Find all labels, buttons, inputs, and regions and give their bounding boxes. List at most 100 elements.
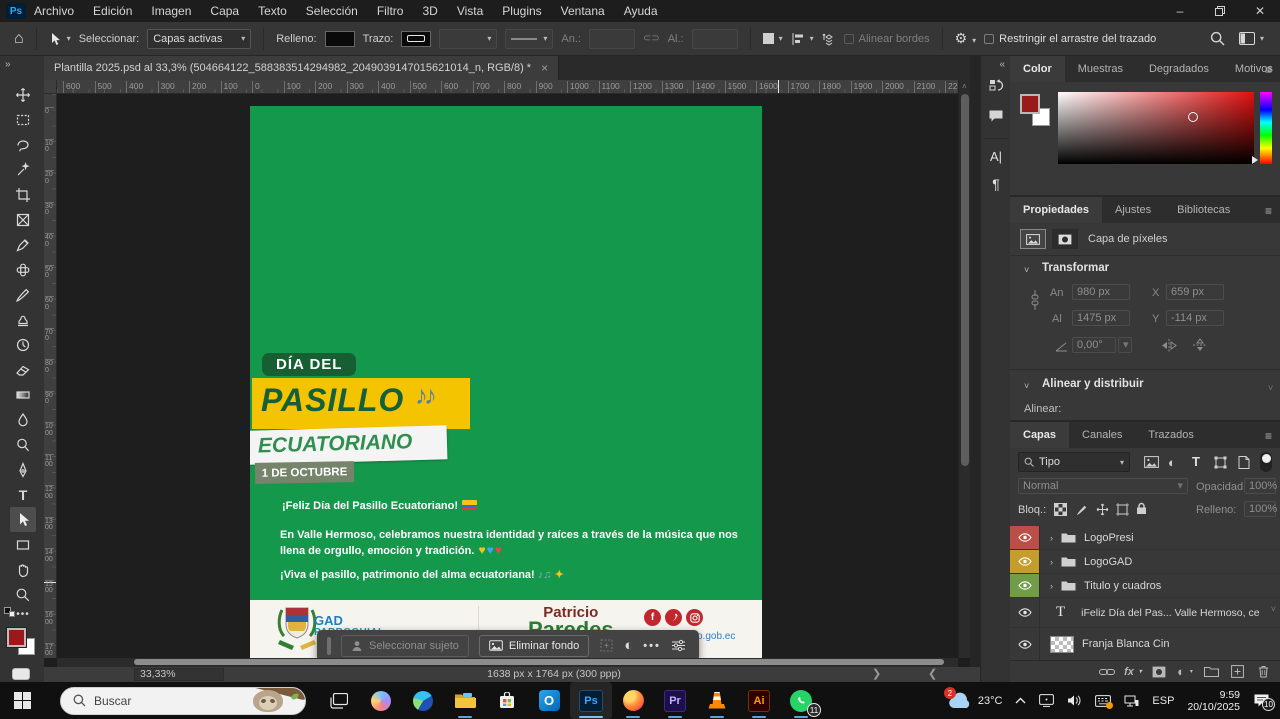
crop-tool-icon[interactable] bbox=[10, 182, 36, 207]
zoom-level-field[interactable]: 33,33% bbox=[134, 668, 224, 681]
task-view-button[interactable] bbox=[318, 682, 360, 719]
blur-tool-icon[interactable] bbox=[10, 407, 36, 432]
edge-app-icon[interactable] bbox=[402, 682, 444, 719]
layer-row-text[interactable]: T iFeliz Día del Pas... Valle Hermoso, c… bbox=[1010, 598, 1280, 628]
brush-tool-icon[interactable] bbox=[10, 282, 36, 307]
canvas-viewport[interactable]: DÍA DEL PASILLO ♪♪ ECUATORIANO 1 DE OCTU… bbox=[57, 94, 958, 658]
filter-toggle-switch[interactable] bbox=[1260, 452, 1272, 472]
comments-panel-icon[interactable] bbox=[984, 104, 1008, 128]
color-picker-cursor[interactable] bbox=[1188, 112, 1198, 122]
illustrator-app-icon[interactable]: Ai bbox=[738, 682, 780, 719]
group-chevron-icon[interactable]: › bbox=[1050, 557, 1053, 567]
horizontal-scroll-thumb[interactable] bbox=[134, 659, 944, 665]
restore-icon[interactable] bbox=[1200, 0, 1240, 22]
tab-trazados[interactable]: Trazados bbox=[1135, 422, 1206, 448]
layer-row-logogad[interactable]: › LogoGAD bbox=[1010, 550, 1280, 574]
more-options-icon[interactable]: ••• bbox=[643, 640, 661, 652]
contextual-task-bar[interactable]: Seleccionar sujeto Eliminar fondo ◐ ••• bbox=[317, 630, 699, 658]
gear-icon[interactable]: ⚙▾ bbox=[955, 30, 977, 47]
panel-menu-icon[interactable]: ≡ bbox=[1265, 204, 1272, 218]
new-group-icon[interactable] bbox=[1200, 663, 1222, 681]
lock-transparency-icon[interactable] bbox=[1054, 503, 1067, 516]
link-dimensions-icon[interactable] bbox=[1030, 289, 1040, 311]
marquee-tool-icon[interactable] bbox=[10, 107, 36, 132]
menu-capa[interactable]: Capa bbox=[210, 4, 239, 18]
layer-row-pixel[interactable]: Franja Blanca Cin bbox=[1010, 628, 1280, 660]
delete-layer-icon[interactable] bbox=[1252, 663, 1274, 681]
layer-row-logopresi[interactable]: › LogoPresi bbox=[1010, 526, 1280, 550]
volume-icon[interactable] bbox=[1067, 694, 1082, 707]
tray-expand-icon[interactable] bbox=[1015, 697, 1026, 704]
scroll-down-icon[interactable]: ˅ bbox=[1271, 604, 1276, 614]
weather-widget[interactable]: 2 23°C bbox=[948, 692, 1003, 709]
history-panel-icon[interactable] bbox=[984, 74, 1008, 98]
lock-all-icon[interactable] bbox=[1136, 502, 1147, 515]
panel-menu-icon[interactable]: ≡ bbox=[1265, 63, 1272, 77]
menu-ventana[interactable]: Ventana bbox=[561, 4, 605, 18]
tab-propiedades[interactable]: Propiedades bbox=[1010, 197, 1102, 223]
filter-pixel-icon[interactable] bbox=[1144, 456, 1159, 468]
toolbox-collapse-icon[interactable]: » bbox=[5, 59, 11, 70]
lock-artboard-icon[interactable] bbox=[1116, 503, 1129, 516]
foreground-background-swatches[interactable] bbox=[7, 624, 39, 658]
gradient-tool-icon[interactable] bbox=[10, 382, 36, 407]
filter-shape-icon[interactable] bbox=[1214, 456, 1227, 469]
hand-tool-icon[interactable] bbox=[10, 557, 36, 582]
taskbar-search-input[interactable]: Buscar bbox=[60, 687, 306, 715]
horizontal-scrollbar[interactable] bbox=[57, 658, 958, 667]
whatsapp-app-icon[interactable]: 11 bbox=[780, 682, 822, 719]
start-button[interactable] bbox=[0, 682, 44, 719]
layer-row-titulo[interactable]: › Titulo y cuadros bbox=[1010, 574, 1280, 598]
shape-operations-icon[interactable]: ▾ bbox=[763, 33, 783, 44]
tab-muestras[interactable]: Muestras bbox=[1065, 56, 1136, 82]
outlook-app-icon[interactable]: O bbox=[528, 682, 570, 719]
close-icon[interactable]: ✕ bbox=[1240, 0, 1280, 22]
chevron-down-icon[interactable]: ˅ bbox=[1024, 265, 1029, 275]
mask-properties-icon[interactable] bbox=[1052, 229, 1078, 249]
menu-filtro[interactable]: Filtro bbox=[377, 4, 404, 18]
home-icon[interactable]: ⌂ bbox=[14, 30, 24, 48]
tab-degradados[interactable]: Degradados bbox=[1136, 56, 1222, 82]
menu-archivo[interactable]: Archivo bbox=[34, 4, 74, 18]
visibility-eye-icon[interactable] bbox=[1010, 574, 1040, 597]
workspace-switcher-icon[interactable]: ▾ bbox=[1239, 32, 1264, 45]
screen-cast-icon[interactable] bbox=[1039, 694, 1054, 707]
group-chevron-icon[interactable]: › bbox=[1050, 581, 1053, 591]
restringir-checkbox[interactable] bbox=[984, 34, 994, 44]
lock-position-icon[interactable] bbox=[1096, 503, 1109, 516]
group-chevron-icon[interactable]: › bbox=[1050, 533, 1053, 543]
visibility-eye-icon[interactable] bbox=[1010, 526, 1040, 549]
new-adjustment-layer-icon[interactable]: ◐▾ bbox=[1174, 663, 1196, 681]
tab-close-icon[interactable]: × bbox=[541, 61, 548, 75]
document-tab[interactable]: Plantilla 2025.psd al 33,3% (504664122_5… bbox=[44, 56, 559, 80]
tab-bibliotecas[interactable]: Bibliotecas bbox=[1164, 197, 1243, 223]
add-mask-icon[interactable] bbox=[1148, 663, 1170, 681]
eraser-tool-icon[interactable] bbox=[10, 357, 36, 382]
menu-seleccion[interactable]: Selección bbox=[306, 4, 358, 18]
pixel-layer-icon[interactable] bbox=[1020, 229, 1046, 249]
tab-ajustes[interactable]: Ajustes bbox=[1102, 197, 1164, 223]
vlc-app-icon[interactable] bbox=[696, 682, 738, 719]
type-tool-icon[interactable]: T bbox=[10, 482, 36, 507]
default-colors-icon[interactable] bbox=[4, 604, 18, 616]
color-field[interactable] bbox=[1058, 92, 1254, 164]
object-selection-tool-icon[interactable] bbox=[10, 157, 36, 182]
quick-mask-icon[interactable] bbox=[12, 668, 30, 680]
filter-adjustment-icon[interactable]: ◐ bbox=[1168, 455, 1176, 470]
link-layers-icon[interactable] bbox=[1096, 663, 1118, 681]
dock-collapse-icon[interactable]: « bbox=[999, 59, 1005, 70]
layer-style-icon[interactable]: fx▾ bbox=[1122, 663, 1144, 681]
paragraph-panel-icon[interactable]: ¶ bbox=[984, 172, 1008, 196]
fill-swatch[interactable] bbox=[325, 31, 355, 47]
poster-canvas[interactable]: DÍA DEL PASILLO ♪♪ ECUATORIANO 1 DE OCTU… bbox=[250, 106, 762, 658]
hue-slider-arrow[interactable] bbox=[1252, 156, 1258, 164]
pen-tool-icon[interactable] bbox=[10, 457, 36, 482]
move-tool-preset-icon[interactable]: ▾ bbox=[49, 32, 71, 46]
language-indicator[interactable]: ESP bbox=[1152, 695, 1174, 707]
filter-type-icon[interactable]: T bbox=[1192, 454, 1200, 469]
status-next-icon[interactable]: ❯ bbox=[872, 667, 881, 681]
tab-capas[interactable]: Capas bbox=[1010, 422, 1069, 448]
tab-canales[interactable]: Canales bbox=[1069, 422, 1135, 448]
panel-menu-icon[interactable]: ≡ bbox=[1265, 429, 1272, 443]
vertical-scroll-thumb[interactable] bbox=[961, 94, 969, 466]
